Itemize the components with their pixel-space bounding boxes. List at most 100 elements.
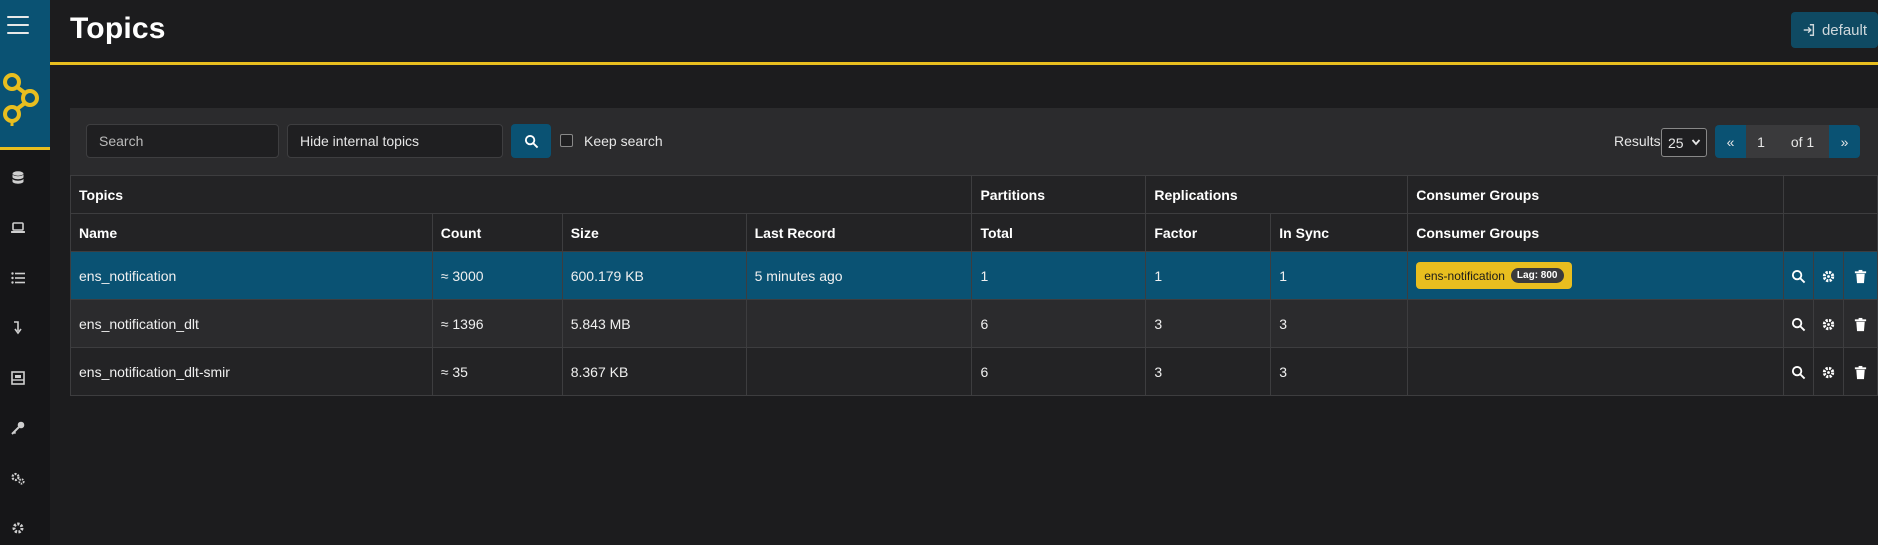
topic-settings-button[interactable] xyxy=(1812,347,1844,396)
search-button[interactable] xyxy=(511,124,551,158)
trash-icon xyxy=(1854,317,1867,331)
settings-icon xyxy=(12,522,24,534)
gear-icon xyxy=(1822,366,1835,379)
laptop-icon xyxy=(11,222,25,233)
chevron-down-icon xyxy=(1691,139,1701,146)
table-row[interactable]: ens_notification_dlt ≈ 1396 5.843 MB 6 3… xyxy=(70,299,1878,348)
view-topic-button[interactable] xyxy=(1782,299,1814,348)
topic-size: 600.179 KB xyxy=(561,251,747,300)
sidebar xyxy=(0,0,50,545)
topic-count: ≈ 3000 xyxy=(431,251,563,300)
column-header-consumer-groups: Consumer Groups xyxy=(1407,213,1784,252)
column-header-factor[interactable]: Factor xyxy=(1145,213,1272,252)
pagination-current[interactable]: 1 xyxy=(1746,125,1776,158)
trash-icon xyxy=(1854,365,1867,379)
topic-settings-button[interactable] xyxy=(1812,251,1844,300)
search-input[interactable]: Search xyxy=(86,124,279,158)
partitions-total: 6 xyxy=(971,299,1147,348)
sidebar-item-nodes[interactable] xyxy=(7,167,29,189)
search-icon xyxy=(1791,365,1806,380)
topic-name[interactable]: ens_notification_dlt-smir xyxy=(70,347,433,396)
column-header-actions xyxy=(1782,213,1878,252)
sidebar-item-tail[interactable] xyxy=(7,267,29,289)
partitions-total: 1 xyxy=(971,251,1147,300)
column-header-size[interactable]: Size xyxy=(561,213,747,252)
delete-topic-button[interactable] xyxy=(1842,251,1878,300)
view-topic-button[interactable] xyxy=(1782,251,1814,300)
sidebar-item-consumers[interactable] xyxy=(7,317,29,339)
replication-factor: 1 xyxy=(1145,251,1272,300)
replication-in-sync: 3 xyxy=(1270,347,1409,396)
keep-search-checkbox[interactable] xyxy=(560,134,573,147)
group-header-actions xyxy=(1782,175,1878,214)
column-header-total[interactable]: Total xyxy=(971,213,1147,252)
pagination-last[interactable]: » xyxy=(1829,125,1860,158)
partitions-total: 6 xyxy=(971,347,1147,396)
column-header-in-sync[interactable]: In Sync xyxy=(1270,213,1409,252)
topic-size: 5.843 MB xyxy=(561,299,747,348)
column-header-count[interactable]: Count xyxy=(431,213,563,252)
topics-table: Topics Partitions Replications Consumer … xyxy=(69,175,1878,396)
gear-icon xyxy=(1822,270,1835,283)
table-row[interactable]: ens_notification ≈ 3000 600.179 KB 5 min… xyxy=(70,251,1878,300)
cogs-icon xyxy=(11,472,25,485)
header-divider xyxy=(50,62,1878,65)
group-header-consumer-groups: Consumer Groups xyxy=(1407,175,1784,214)
view-topic-button[interactable] xyxy=(1782,347,1814,396)
login-button[interactable]: default xyxy=(1791,12,1878,48)
group-header-topics: Topics xyxy=(69,175,973,214)
topic-last-record xyxy=(745,347,973,396)
keep-search-label: Keep search xyxy=(584,133,663,149)
group-header-replications: Replications xyxy=(1145,175,1409,214)
pagination: « 1 of 1 » xyxy=(1715,125,1860,158)
logo-icon[interactable] xyxy=(0,70,42,130)
replication-in-sync: 1 xyxy=(1270,251,1409,300)
schema-icon xyxy=(11,371,25,385)
consumer-groups-cell: ens-notification Lag: 800 xyxy=(1407,251,1784,300)
lag-badge: Lag: 800 xyxy=(1510,268,1564,283)
delete-topic-button[interactable] xyxy=(1842,299,1878,348)
topic-size: 8.367 KB xyxy=(561,347,747,396)
trash-icon xyxy=(1854,269,1867,283)
column-header-name[interactable]: Name xyxy=(70,213,433,252)
column-header-last-record[interactable]: Last Record xyxy=(745,213,973,252)
consumer-group-name: ens-notification xyxy=(1424,268,1505,283)
consumer-groups-cell xyxy=(1407,347,1784,396)
delete-topic-button[interactable] xyxy=(1842,347,1878,396)
pagination-first[interactable]: « xyxy=(1715,125,1746,158)
topic-settings-button[interactable] xyxy=(1812,299,1844,348)
search-icon xyxy=(1791,317,1806,332)
topic-name[interactable]: ens_notification_dlt xyxy=(70,299,433,348)
pagination-total: of 1 xyxy=(1776,125,1829,158)
sidebar-item-settings[interactable] xyxy=(7,517,29,539)
internal-topics-filter[interactable]: Hide internal topics xyxy=(287,124,503,158)
results-label: Results xyxy=(1614,133,1661,149)
table-row[interactable]: ens_notification_dlt-smir ≈ 35 8.367 KB … xyxy=(70,347,1878,396)
level-down-icon xyxy=(14,321,22,335)
results-per-page-value: 25 xyxy=(1668,134,1684,151)
search-icon xyxy=(524,134,538,148)
consumer-groups-cell xyxy=(1407,299,1784,348)
results-per-page-select[interactable]: 25 xyxy=(1661,128,1707,157)
group-header-partitions: Partitions xyxy=(971,175,1147,214)
topic-last-record: 5 minutes ago xyxy=(745,251,973,300)
replication-factor: 3 xyxy=(1145,347,1272,396)
gear-icon xyxy=(1822,318,1835,331)
sidebar-item-connect[interactable] xyxy=(7,467,29,489)
list-icon xyxy=(11,272,25,284)
topic-last-record xyxy=(745,299,973,348)
sign-in-icon xyxy=(1803,24,1815,36)
topic-name[interactable]: ens_notification xyxy=(70,251,433,300)
sidebar-item-topics[interactable] xyxy=(7,217,29,239)
key-icon xyxy=(11,421,25,435)
page-title: Topics xyxy=(70,12,166,45)
sidebar-item-acls[interactable] xyxy=(7,417,29,439)
consumer-group-badge[interactable]: ens-notification Lag: 800 xyxy=(1416,262,1572,289)
replication-factor: 3 xyxy=(1145,299,1272,348)
topic-count: ≈ 35 xyxy=(431,347,563,396)
login-label: default xyxy=(1821,21,1868,39)
menu-toggle-icon[interactable] xyxy=(7,16,29,34)
topic-count: ≈ 1396 xyxy=(431,299,563,348)
sidebar-item-schema[interactable] xyxy=(7,367,29,389)
database-icon xyxy=(12,171,24,184)
